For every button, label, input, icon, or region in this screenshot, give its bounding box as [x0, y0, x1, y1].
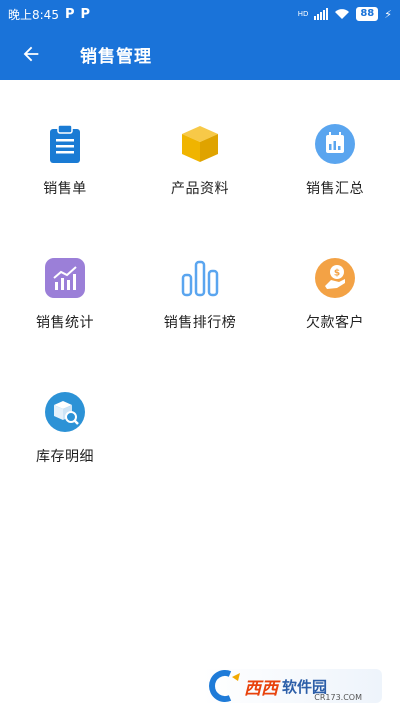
back-button[interactable] [0, 28, 62, 80]
signal-icon [314, 8, 329, 20]
package-search-icon [43, 390, 87, 434]
menu-item-label: 销售单 [43, 181, 87, 197]
arrow-left-icon [23, 46, 39, 62]
menu-item-product-info[interactable]: 产品资料 [135, 122, 265, 232]
menu-item-debt-customers[interactable]: $ 欠款客户 [270, 256, 400, 366]
status-time: 晚上8:45 [8, 7, 59, 22]
hd-indicator: HD [297, 9, 309, 18]
svg-text:$: $ [334, 269, 340, 279]
wifi-icon [335, 9, 350, 19]
box-icon [178, 122, 222, 166]
trend-chart-icon [43, 256, 87, 300]
menu-item-sales-summary[interactable]: 销售汇总 [270, 122, 400, 232]
menu-item-sales-ranking[interactable]: 销售排行榜 [135, 256, 265, 366]
notification-p-icon-2: P [80, 6, 91, 22]
notification-p-icon: P [64, 6, 75, 22]
menu-item-sales-stats[interactable]: 销售统计 [0, 256, 130, 366]
battery-icon: 88 [356, 7, 379, 21]
app-bar: 销售管理 [0, 28, 400, 80]
menu-item-label: 销售排行榜 [163, 315, 237, 331]
watermark-site: CR173.COM [314, 693, 362, 702]
menu-item-label: 欠款客户 [306, 315, 364, 331]
watermark-brand: 西西 [244, 678, 278, 699]
watermark-c-icon [209, 670, 240, 702]
money-hand-icon: $ [313, 256, 357, 300]
menu-item-sales-order[interactable]: 销售单 [0, 122, 130, 232]
page-title: 销售管理 [80, 46, 152, 67]
menu-item-label: 库存明细 [36, 449, 94, 465]
menu-item-label: 销售汇总 [306, 181, 364, 197]
clipboard-icon [43, 122, 87, 166]
menu-item-label: 产品资料 [171, 181, 229, 197]
calendar-chart-icon [313, 122, 357, 166]
status-bar: 晚上8:45 P P HD 88 ⚡ [0, 0, 400, 28]
menu-item-label: 销售统计 [36, 315, 94, 331]
watermark-logo: 西西 软件园 CR173.COM [202, 669, 382, 703]
menu-item-inventory-detail[interactable]: 库存明细 [0, 390, 130, 500]
charging-icon: ⚡ [384, 7, 392, 21]
bar-chart-icon [178, 256, 222, 300]
